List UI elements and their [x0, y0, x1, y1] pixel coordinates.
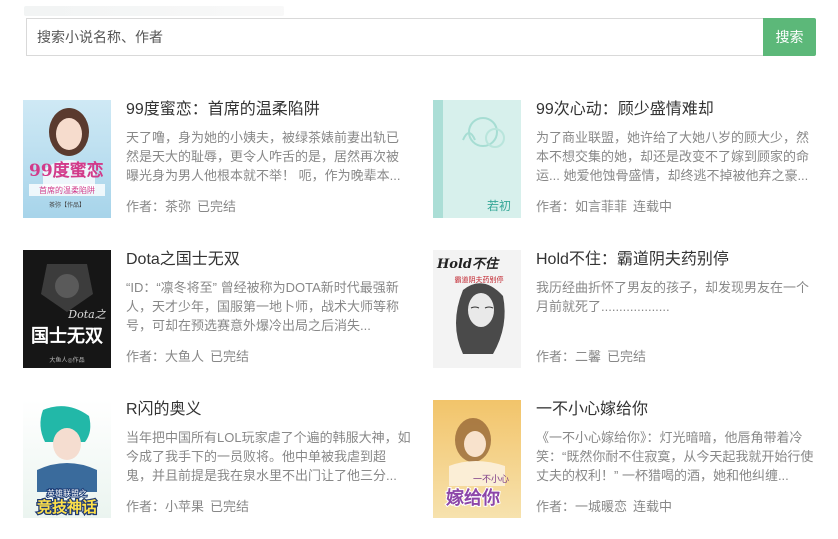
- book-status: 连载中: [633, 199, 673, 214]
- book-status: 已完结: [210, 499, 250, 514]
- book-author: 作者：茶弥: [126, 199, 192, 214]
- book-item[interactable]: Hold不住 霸道阴夫药别停 Hold不住：霸道阴夫药别停 我历经曲折怀了男友的…: [433, 250, 823, 368]
- book-description: 天了噜，身为她的小姨夫，被绿茶婊前妻出轨已然是天大的耻辱，更令人咋舌的是，居然再…: [126, 130, 401, 183]
- cover-subtitle: 首席的温柔陷阱: [39, 185, 95, 195]
- cover-title: 嫁给你: [446, 487, 500, 509]
- book-cover[interactable]: 若初: [433, 100, 521, 218]
- book-description: 我历经曲折怀了男友的孩子，却发现男友在一个月前就死了..............…: [536, 280, 810, 314]
- book-description: 当年把中国所有LOL玩家虐了个遍的韩服大神，如今成了我手下的一员败将。他中单被我…: [126, 430, 411, 483]
- book-item[interactable]: 一不小心 嫁给你 一不小心嫁给你 《一不小心嫁给你》：灯光暗暗，他唇角带着冷笑：…: [433, 400, 823, 518]
- cover-top-text: 英雄联盟之: [47, 488, 87, 498]
- book-cover[interactable]: 英雄联盟之 竞技神话: [23, 400, 111, 518]
- book-item[interactable]: 99度蜜恋 首席的温柔陷阱 茶弥【作品】 99度蜜恋：首席的温柔陷阱 天了噜，身…: [23, 100, 413, 218]
- book-cover[interactable]: 一不小心 嫁给你: [433, 400, 521, 518]
- book-status: 已完结: [210, 349, 250, 364]
- book-item[interactable]: Dota之 国士无双 大鱼人◎作品 Dota之国士无双 “ID：“凛冬将至” 曾…: [23, 250, 413, 368]
- search-button[interactable]: 搜索: [763, 18, 816, 56]
- book-title[interactable]: 99度蜜恋：首席的温柔陷阱: [126, 100, 411, 120]
- book-description: 为了商业联盟，她许给了大她八岁的顾大少，然本不想交集的她，却还是改变不了嫁到顾家…: [536, 130, 810, 183]
- book-title[interactable]: 99次心动：顾少盛情难却: [536, 100, 821, 120]
- book-cover[interactable]: Dota之 国士无双 大鱼人◎作品: [23, 250, 111, 368]
- book-status: 已完结: [197, 199, 237, 214]
- book-meta: 作者：茶弥 已完结: [126, 198, 242, 216]
- book-cover[interactable]: Hold不住 霸道阴夫药别停: [433, 250, 521, 368]
- book-status: 连载中: [633, 499, 673, 514]
- book-meta: 作者：二馨 已完结: [536, 348, 652, 366]
- book-author: 作者：小苹果: [126, 499, 205, 514]
- cover-author: 茶弥【作品】: [49, 201, 85, 209]
- search-bar: 搜索: [26, 18, 816, 56]
- cover-title: 若初: [487, 199, 511, 213]
- book-title[interactable]: Dota之国士无双: [126, 250, 411, 270]
- search-input[interactable]: [26, 18, 763, 56]
- book-item[interactable]: 若初 99次心动：顾少盛情难却 为了商业联盟，她许给了大她八岁的顾大少，然本不想…: [433, 100, 823, 218]
- book-status: 已完结: [607, 349, 647, 364]
- cover-title: 99度蜜恋: [29, 160, 104, 181]
- book-title[interactable]: R闪的奥义: [126, 400, 411, 420]
- book-title[interactable]: Hold不住：霸道阴夫药别停: [536, 250, 821, 270]
- book-item[interactable]: 英雄联盟之 竞技神话 R闪的奥义 当年把中国所有LOL玩家虐了个遍的韩服大神，如…: [23, 400, 413, 518]
- cover-author: 大鱼人◎作品: [49, 356, 84, 364]
- book-title[interactable]: 一不小心嫁给你: [536, 400, 821, 420]
- book-meta: 作者：如言菲菲 连载中: [536, 198, 678, 216]
- cover-title: 竞技神话: [37, 498, 97, 516]
- book-author: 作者：二馨: [536, 349, 602, 364]
- book-cover[interactable]: 99度蜜恋 首席的温柔陷阱 茶弥【作品】: [23, 100, 111, 218]
- book-author: 作者：如言菲菲: [536, 199, 628, 214]
- cover-title: 国士无双: [31, 326, 103, 347]
- book-author: 作者：一城暖恋: [536, 499, 628, 514]
- cover-top-text: Dota之: [67, 308, 106, 321]
- book-meta: 作者：大鱼人 已完结: [126, 348, 255, 366]
- book-meta: 作者：一城暖恋 连载中: [536, 498, 678, 516]
- cover-top-text: 一不小心: [473, 474, 509, 485]
- book-description: “ID：“凛冬将至” 曾经被称为DOTA新时代最强新人，天才少年，国服第一地卜师…: [126, 280, 400, 333]
- book-meta: 作者：小苹果 已完结: [126, 498, 255, 516]
- cover-subtitle: 霸道阴夫药别停: [455, 275, 504, 284]
- book-author: 作者：大鱼人: [126, 349, 205, 364]
- book-description: 《一不小心嫁给你》：灯光暗暗，他唇角带着冷笑：“既然你耐不住寂寞，从今天起我就开…: [536, 430, 814, 483]
- cover-title: Hold不住: [436, 256, 500, 272]
- top-banner-strip: [24, 6, 284, 16]
